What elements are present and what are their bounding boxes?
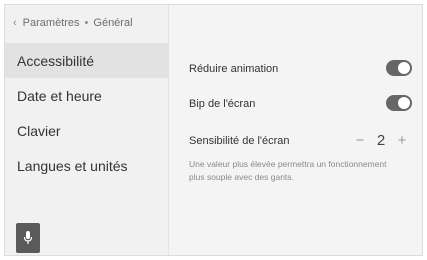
increase-button[interactable]: + bbox=[392, 132, 412, 149]
settings-screen: ‹ Paramètres • Général Accessibilité Dat… bbox=[4, 4, 423, 256]
decrease-button[interactable]: − bbox=[350, 132, 370, 149]
sidebar-item-clavier[interactable]: Clavier bbox=[5, 113, 168, 148]
toggle-knob bbox=[398, 97, 410, 109]
sidebar-item-label: Clavier bbox=[17, 122, 61, 139]
breadcrumb-current: Général bbox=[93, 17, 133, 29]
voice-button[interactable] bbox=[16, 223, 40, 253]
screen-sensitivity-label: Sensibilité de l'écran bbox=[189, 135, 290, 147]
sidebar-item-label: Date et heure bbox=[17, 87, 102, 104]
sidebar-item-accessibilite[interactable]: Accessibilité bbox=[5, 43, 168, 78]
sidebar-item-langues-unites[interactable]: Langues et unités bbox=[5, 148, 168, 183]
sensitivity-stepper: − 2 + bbox=[350, 132, 412, 149]
sidebar-item-label: Langues et unités bbox=[17, 157, 128, 174]
microphone-icon bbox=[23, 231, 33, 244]
sensitivity-hint: Une valeur plus élevée permettra un fonc… bbox=[189, 159, 387, 182]
breadcrumb-separator: • bbox=[84, 17, 89, 29]
breadcrumb[interactable]: ‹ Paramètres • Général bbox=[13, 17, 133, 29]
sensitivity-value: 2 bbox=[376, 132, 386, 149]
reduce-animation-label: Réduire animation bbox=[189, 63, 279, 75]
sidebar-item-date-heure[interactable]: Date et heure bbox=[5, 78, 168, 113]
chevron-left-icon[interactable]: ‹ bbox=[13, 17, 17, 29]
screen-beep-toggle[interactable] bbox=[386, 95, 412, 111]
toggle-knob bbox=[398, 62, 410, 74]
sidebar: ‹ Paramètres • Général Accessibilité Dat… bbox=[5, 5, 169, 255]
breadcrumb-parent[interactable]: Paramètres bbox=[23, 17, 80, 29]
reduce-animation-toggle[interactable] bbox=[386, 60, 412, 76]
screen-beep-label: Bip de l'écran bbox=[189, 98, 256, 110]
sidebar-item-label: Accessibilité bbox=[17, 52, 95, 69]
settings-panel: Réduire animation Bip de l'écran Sensibi… bbox=[169, 5, 422, 255]
